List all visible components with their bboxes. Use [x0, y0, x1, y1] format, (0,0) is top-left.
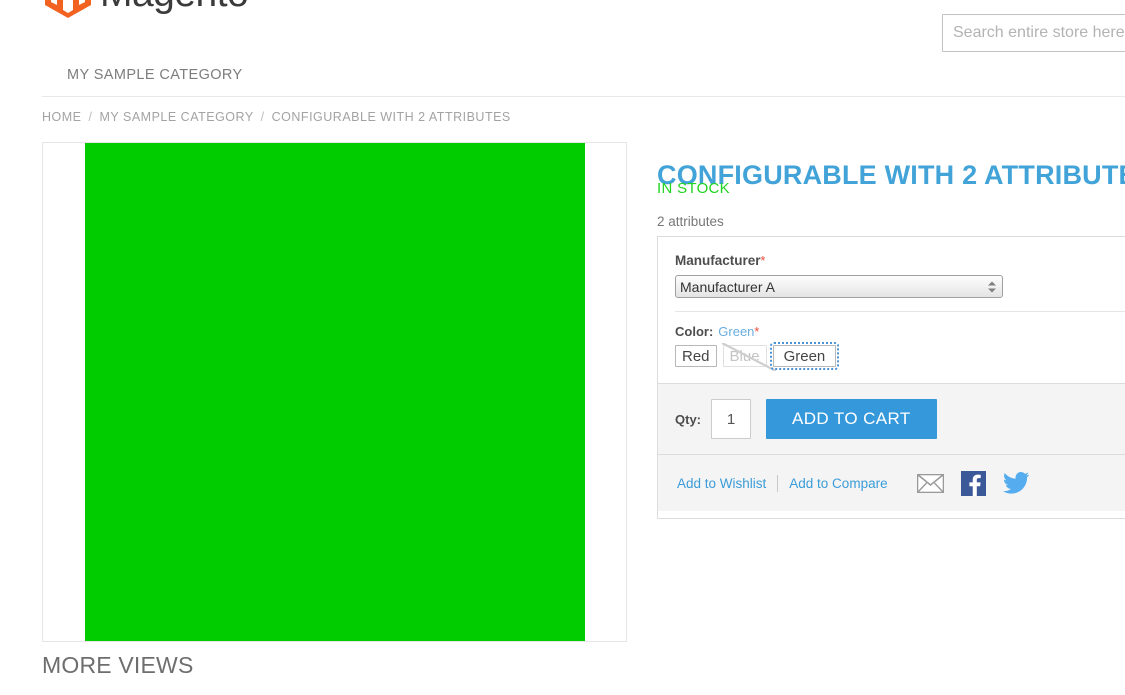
breadcrumb-item-home[interactable]: HOME: [42, 110, 82, 124]
quantity-input[interactable]: [711, 399, 751, 439]
product-options-box: Manufacturer* Manufacturer A Color: Green…: [657, 236, 1125, 519]
more-views-heading: MORE VIEWS: [42, 652, 194, 678]
email-icon[interactable]: [916, 473, 944, 493]
twitter-icon[interactable]: [1002, 472, 1029, 494]
breadcrumb: HOME / MY SAMPLE CATEGORY / CONFIGURABLE…: [42, 110, 511, 124]
color-swatch-blue: Blue: [721, 343, 777, 371]
site-header: Magento: [0, 0, 1125, 58]
magento-logo-icon: [45, 0, 91, 18]
product-sku: 2 attributes: [657, 214, 724, 229]
required-marker: *: [754, 325, 760, 339]
add-to-wishlist-link[interactable]: Add to Wishlist: [677, 476, 766, 491]
manufacturer-option-group: Manufacturer* Manufacturer A: [658, 237, 1125, 298]
divider: [777, 474, 779, 492]
logo-text: Magento: [100, 0, 249, 22]
add-to-cart-button[interactable]: ADD TO CART: [766, 399, 937, 439]
breadcrumb-separator: /: [88, 110, 93, 124]
social-share-icons: [916, 470, 1029, 496]
site-logo[interactable]: Magento: [45, 0, 249, 22]
manufacturer-label: Manufacturer*: [675, 253, 1125, 268]
product-page: Magento MY SAMPLE CATEGORY HOME / MY SAM…: [0, 0, 1125, 695]
color-label-row: Color: Green*: [675, 324, 1125, 339]
breadcrumb-separator: /: [260, 110, 265, 124]
share-row: Add to Wishlist Add to Compare: [658, 454, 1125, 511]
status-badge: IN STOCK: [657, 180, 730, 197]
breadcrumb-item-category[interactable]: MY SAMPLE CATEGORY: [99, 110, 253, 124]
color-label: Color:: [675, 324, 714, 339]
manufacturer-select-wrap: Manufacturer A: [675, 275, 1003, 298]
quantity-label: Qty:: [675, 411, 701, 427]
product-image-container[interactable]: [42, 142, 627, 642]
color-swatch-green[interactable]: Green: [769, 342, 840, 370]
color-selected-value: Green: [718, 324, 755, 339]
facebook-icon[interactable]: [960, 470, 986, 496]
color-swatch-red[interactable]: Red: [675, 345, 717, 367]
manufacturer-label-text: Manufacturer: [675, 253, 761, 268]
color-swatch-list: Red Blue Green: [675, 342, 1125, 383]
manufacturer-select[interactable]: Manufacturer A: [675, 275, 1003, 298]
nav-item-my-sample-category[interactable]: MY SAMPLE CATEGORY: [67, 67, 243, 83]
required-marker: *: [760, 254, 766, 268]
main-nav: MY SAMPLE CATEGORY: [42, 58, 1125, 97]
search-input[interactable]: [942, 14, 1125, 52]
add-to-cart-row: Qty: ADD TO CART: [658, 383, 1125, 454]
breadcrumb-item-current: CONFIGURABLE WITH 2 ATTRIBUTES: [271, 110, 511, 124]
product-main-image[interactable]: [85, 143, 585, 641]
add-to-compare-link[interactable]: Add to Compare: [789, 476, 887, 491]
color-option-group: Color: Green* Red Blue Green: [658, 312, 1125, 383]
